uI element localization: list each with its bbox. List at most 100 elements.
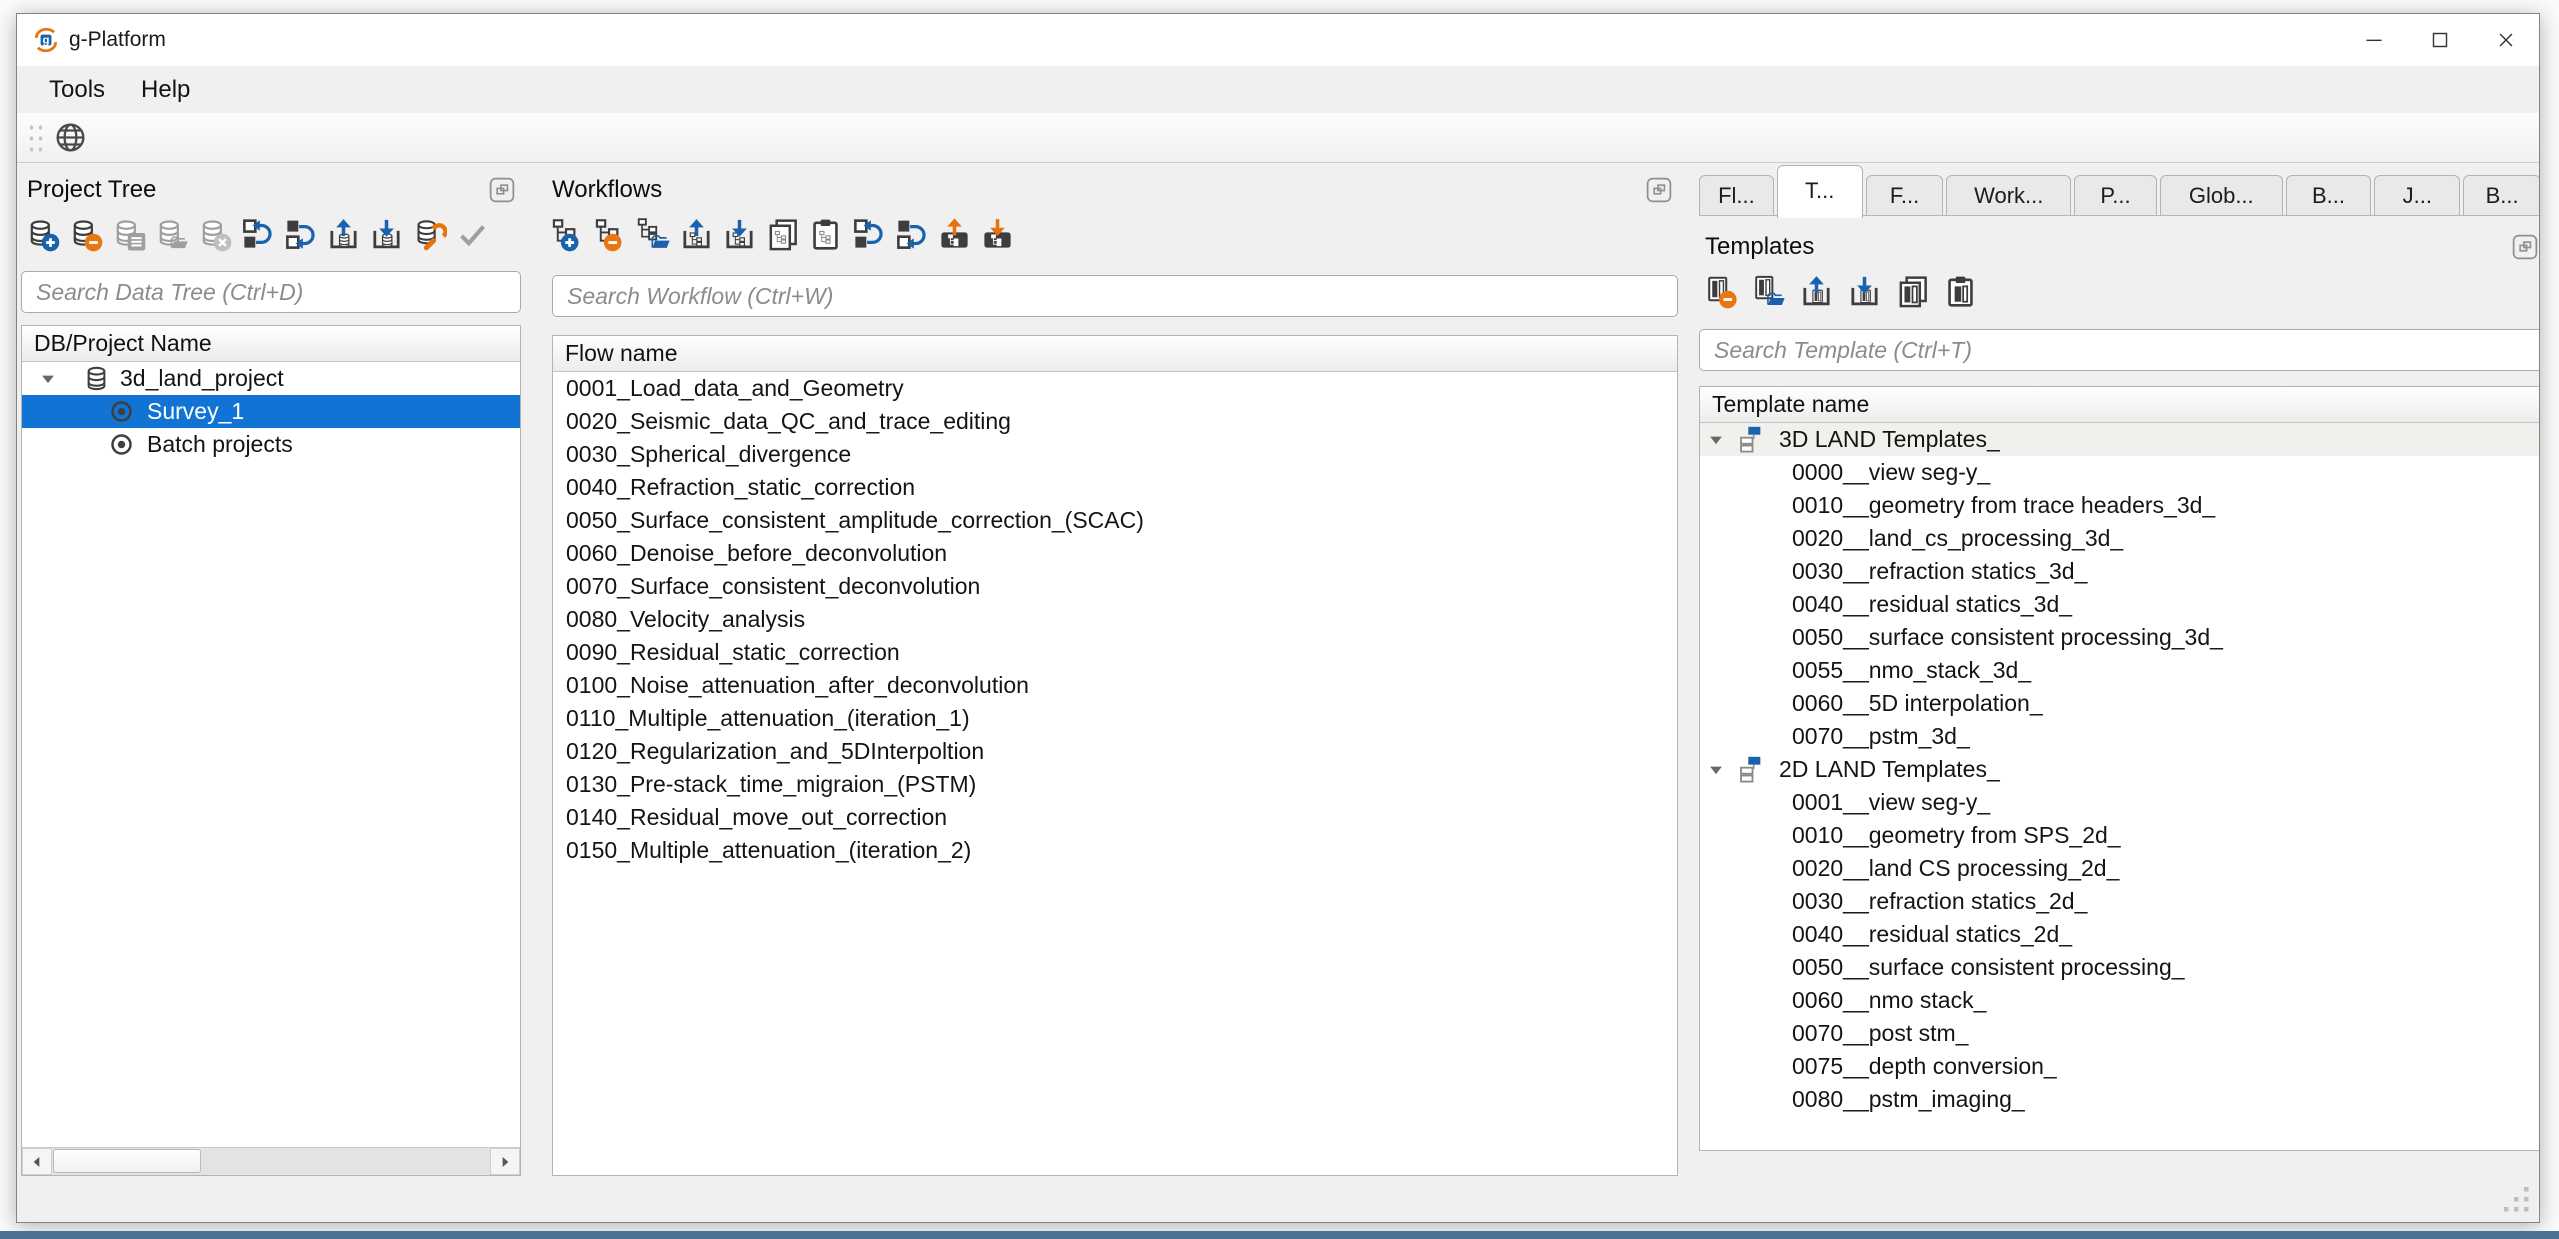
scroll-right-button[interactable] — [490, 1148, 520, 1175]
scroll-left-button[interactable] — [22, 1148, 52, 1175]
list-item[interactable]: 0090_Residual_static_correction — [553, 636, 1677, 669]
expander-icon[interactable] — [1706, 430, 1726, 450]
tree-row[interactable]: 0010__geometry from SPS_2d_ — [1700, 819, 2539, 852]
list-item[interactable]: 0030_Spherical_divergence — [553, 438, 1677, 471]
export-workflow-button[interactable] — [677, 214, 716, 254]
menu-item-help[interactable]: Help — [123, 70, 208, 110]
horizontal-scrollbar[interactable] — [22, 1147, 520, 1175]
list-item[interactable]: 0140_Residual_move_out_correction — [553, 801, 1677, 834]
export-template-button[interactable] — [1797, 271, 1836, 311]
tree-row[interactable]: 0050__surface consistent processing_ — [1700, 951, 2539, 984]
list-item[interactable]: 0150_Multiple_attenuation_(iteration_2) — [553, 834, 1677, 867]
tree-row[interactable]: 0055__nmo_stack_3d_ — [1700, 654, 2539, 687]
template-column-header[interactable]: Template name — [1700, 387, 2539, 423]
tree-row[interactable]: 3d_land_project — [22, 362, 520, 395]
list-item[interactable]: 0060_Denoise_before_deconvolution — [553, 537, 1677, 570]
search-workflow-input[interactable] — [552, 275, 1678, 317]
remove-database-button[interactable] — [66, 214, 105, 254]
copy-template-button[interactable] — [1893, 271, 1932, 311]
scrollbar-track[interactable] — [52, 1148, 490, 1175]
expander-icon[interactable] — [1706, 760, 1726, 780]
tree-row[interactable]: 0020__land CS processing_2d_ — [1700, 852, 2539, 885]
float-panel-button[interactable] — [489, 177, 515, 203]
tab-1[interactable]: T... — [1777, 165, 1863, 218]
database-tools-button[interactable] — [410, 214, 449, 254]
list-item[interactable]: 0070_Surface_consistent_deconvolution — [553, 570, 1677, 603]
open-template-button[interactable] — [1749, 271, 1788, 311]
tree-row[interactable]: 0001__view seg-y_ — [1700, 786, 2539, 819]
export-database-button[interactable] — [324, 214, 363, 254]
tab-6[interactable]: B... — [2286, 175, 2372, 216]
tree-row[interactable]: 0050__surface consistent processing_3d_ — [1700, 621, 2539, 654]
open-database-button[interactable] — [152, 214, 191, 254]
list-item[interactable]: 0020_Seismic_data_QC_and_trace_editing — [553, 405, 1677, 438]
tab-7[interactable]: J... — [2374, 175, 2460, 216]
tab-8[interactable]: B... — [2463, 175, 2539, 216]
add-database-button[interactable] — [23, 214, 62, 254]
expander-icon[interactable] — [38, 369, 58, 389]
minimize-button[interactable] — [2341, 14, 2407, 66]
close-button[interactable] — [2473, 14, 2539, 66]
tree-row[interactable]: 0040__residual statics_2d_ — [1700, 918, 2539, 951]
search-data-tree-input[interactable] — [21, 271, 521, 313]
list-item[interactable]: 0080_Velocity_analysis — [553, 603, 1677, 636]
remove-workflow-button[interactable] — [591, 214, 630, 254]
float-panel-button[interactable] — [2512, 234, 2538, 260]
tree-row[interactable]: 0010__geometry from trace headers_3d_ — [1700, 489, 2539, 522]
tree-row[interactable]: 0060__nmo stack_ — [1700, 984, 2539, 1017]
maximize-button[interactable] — [2407, 14, 2473, 66]
tree-row[interactable]: Batch projects — [22, 428, 520, 461]
scrollbar-thumb[interactable] — [53, 1149, 201, 1173]
resize-grip[interactable] — [2501, 1184, 2533, 1216]
tab-2[interactable]: F... — [1866, 175, 1944, 216]
tree-row[interactable]: Survey_1 — [22, 395, 520, 428]
toolbar-drag-handle[interactable] — [25, 119, 43, 157]
tree-row[interactable]: 0030__refraction statics_2d_ — [1700, 885, 2539, 918]
paste-template-button[interactable] — [1941, 271, 1980, 311]
redo-button[interactable] — [892, 214, 931, 254]
remove-template-button[interactable] — [1701, 271, 1740, 311]
undo-button[interactable] — [238, 214, 277, 254]
tab-4[interactable]: P... — [2074, 175, 2157, 216]
disconnect-database-button[interactable] — [195, 214, 234, 254]
import-workflow-button[interactable] — [720, 214, 759, 254]
archive-export-button[interactable] — [935, 214, 974, 254]
tree-row[interactable]: 0075__depth conversion_ — [1700, 1050, 2539, 1083]
tab-5[interactable]: Glob... — [2160, 175, 2283, 216]
globe-button[interactable] — [51, 118, 90, 158]
tab-3[interactable]: Work... — [1946, 175, 2071, 216]
workflow-column-header[interactable]: Flow name — [553, 336, 1677, 372]
tree-row[interactable]: 0040__residual statics_3d_ — [1700, 588, 2539, 621]
list-item[interactable]: 0130_Pre-stack_time_migraion_(PSTM) — [553, 768, 1677, 801]
float-panel-button[interactable] — [1646, 177, 1672, 203]
list-item[interactable]: 0050_Surface_consistent_amplitude_correc… — [553, 504, 1677, 537]
redo-button[interactable] — [281, 214, 320, 254]
import-database-button[interactable] — [367, 214, 406, 254]
import-template-button[interactable] — [1845, 271, 1884, 311]
tree-row[interactable]: 3D LAND Templates_ — [1700, 423, 2539, 456]
list-item[interactable]: 0040_Refraction_static_correction — [553, 471, 1677, 504]
tree-row[interactable]: 0020__land_cs_processing_3d_ — [1700, 522, 2539, 555]
search-template-input[interactable] — [1699, 329, 2539, 371]
list-item[interactable]: 0110_Multiple_attenuation_(iteration_1) — [553, 702, 1677, 735]
tree-row[interactable]: 2D LAND Templates_ — [1700, 753, 2539, 786]
project-tree-column-header[interactable]: DB/Project Name — [22, 326, 520, 362]
validate-button[interactable] — [453, 214, 492, 254]
tab-0[interactable]: Fl... — [1699, 175, 1774, 216]
tree-row[interactable]: 0030__refraction statics_3d_ — [1700, 555, 2539, 588]
paste-workflow-button[interactable] — [806, 214, 845, 254]
archive-import-button[interactable] — [978, 214, 1017, 254]
copy-workflow-button[interactable] — [763, 214, 802, 254]
tree-row[interactable]: 0080__pstm_imaging_ — [1700, 1083, 2539, 1116]
list-item[interactable]: 0120_Regularization_and_5DInterpoltion — [553, 735, 1677, 768]
list-item[interactable]: 0001_Load_data_and_Geometry — [553, 372, 1677, 405]
menu-item-tools[interactable]: Tools — [31, 70, 123, 110]
undo-button[interactable] — [849, 214, 888, 254]
tree-row[interactable]: 0000__view seg-y_ — [1700, 456, 2539, 489]
tree-row[interactable]: 0070__post stm_ — [1700, 1017, 2539, 1050]
list-item[interactable]: 0100_Noise_attenuation_after_deconvoluti… — [553, 669, 1677, 702]
database-properties-button[interactable] — [109, 214, 148, 254]
open-workflow-button[interactable] — [634, 214, 673, 254]
tree-row[interactable]: 0060__5D interpolation_ — [1700, 687, 2539, 720]
tree-row[interactable]: 0070__pstm_3d_ — [1700, 720, 2539, 753]
